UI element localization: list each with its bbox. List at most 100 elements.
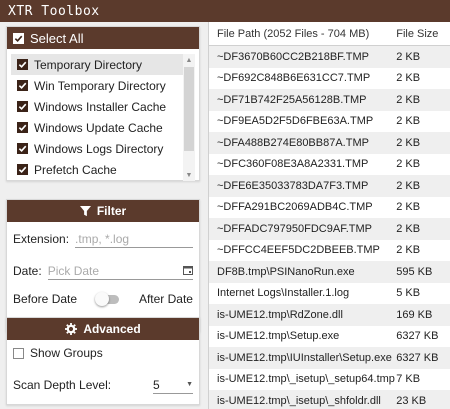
scan-depth-label: Scan Depth Level: [13,378,112,392]
file-size-cell: 2 KB [396,72,421,85]
table-header: File Path (2052 Files - 704 MB) File Siz… [209,22,450,46]
checkbox-icon[interactable] [17,122,28,133]
select-all-check-icon[interactable] [13,32,24,44]
table-body: ~DF3670B60CC2B218BF.TMP 2 KB ~DF692C848B6E… [209,46,450,409]
table-row[interactable]: ~DFFADC797950FDC9AF.TMP 2 KB [209,218,450,240]
file-path-cell: ~DF71B742F25A56128B.TMP [217,93,367,106]
file-path-cell: ~DF692C848B6E631CC7.TMP [217,72,371,85]
table-row[interactable]: is-UME12.tmp\IUInstaller\Setup.exe 6327 K… [209,347,450,369]
checkbox-icon[interactable] [17,143,28,154]
table-row[interactable]: ~DF692C848B6E631CC7.TMP 2 KB [209,68,450,90]
column-header-size[interactable]: File Size [396,28,450,40]
file-size-cell: 2 KB [396,50,421,63]
scroll-down-icon[interactable]: ▼ [183,169,195,181]
file-path-cell: ~DF9EA5D2F5D6FBE63A.TMP [217,115,374,128]
file-size-cell: 2 KB [396,115,421,128]
table-row[interactable]: ~DF3670B60CC2B218BF.TMP 2 KB [209,46,450,68]
checkbox-icon[interactable] [17,101,28,112]
table-row[interactable]: ~DF9EA5D2F5D6FBE63A.TMP 2 KB [209,111,450,133]
category-item[interactable]: Windows Installer Cache [11,96,183,117]
category-panel: Select All Temporary Directory Win Tempor… [6,26,200,181]
file-path-cell: ~DFA488B274E80BB87A.TMP [217,136,369,149]
file-size-cell: 6327 KB [396,330,439,343]
table-row[interactable]: ~DFFA291BC2069ADB4C.TMP 2 KB [209,197,450,219]
file-path-cell: Internet Logs\Installer.1.log [217,287,350,300]
table-row[interactable]: is-UME12.tmp\_isetup\_setup64.tmp 7 KB [209,369,450,391]
show-groups-label: Show Groups [30,346,103,360]
date-input[interactable]: Pick Date [47,262,193,280]
category-label: Windows Installer Cache [34,99,167,114]
table-row[interactable]: is-UME12.tmp\RdZone.dll 169 KB [209,304,450,326]
file-path-cell: ~DF3670B60CC2B218BF.TMP [217,50,369,63]
file-path-cell: is-UME12.tmp\RdZone.dll [217,308,343,321]
file-size-cell: 5 KB [396,287,421,300]
category-list: Temporary Directory Win Temporary Directo… [11,54,183,178]
table-row[interactable]: ~DFE6E35033783DA7F3.TMP 2 KB [209,175,450,197]
checkbox-icon[interactable] [17,59,28,70]
file-path-cell: is-UME12.tmp\IUInstaller\Setup.exe [217,351,392,364]
chevron-down-icon[interactable]: ▼ [186,381,193,388]
after-date-label: After Date [138,292,193,306]
scan-depth-row: Scan Depth Level: 5 ▼ [13,376,193,394]
category-scrollbar[interactable]: ▲ ▼ [183,54,195,181]
scan-depth-value: 5 [153,377,160,392]
extension-input[interactable]: .tmp, *.log [75,230,193,248]
checkbox-icon[interactable] [17,164,28,175]
advanced-title: Advanced [83,322,141,336]
category-label: Windows Update Cache [34,120,163,135]
table-row[interactable]: ~DFFCC4EEF5DC2DBEEB.TMP 2 KB [209,240,450,262]
filter-title: Filter [96,204,127,218]
category-label: Win Temporary Directory [34,78,166,93]
category-item[interactable]: Temporary Directory [11,54,183,75]
table-row[interactable]: is-UME12.tmp\Setup.exe 6327 KB [209,326,450,348]
file-size-cell: 7 KB [396,373,421,386]
select-all-label: Select All [30,30,84,46]
file-path-cell: ~DFC360F08E3A8A2331.TMP [217,158,369,171]
before-date-label: Before Date [13,292,78,306]
options-sidebar: Select All Temporary Directory Win Tempor… [0,22,208,409]
table-row[interactable]: ~DFC360F08E3A8A2331.TMP 2 KB [209,154,450,176]
category-label: Temporary Directory [34,57,143,72]
date-row: Date: Pick Date [13,262,193,280]
select-all-checkbox[interactable]: Select All [7,27,199,49]
category-item[interactable]: Windows Logs Directory [11,138,183,159]
file-size-cell: 2 KB [396,93,421,106]
category-item[interactable]: Windows Update Cache [11,117,183,138]
table-row[interactable]: ~DF71B742F25A56128B.TMP 2 KB [209,89,450,111]
show-groups-check-icon[interactable] [13,347,24,359]
extension-label: Extension: [13,232,70,246]
table-row[interactable]: is-UME12.tmp\_isetup\_shfoldr.dll 23 KB [209,390,450,409]
calendar-icon[interactable] [183,264,193,278]
file-path-cell: ~DFE6E35033783DA7F3.TMP [217,179,369,192]
filter-header: Filter [7,200,199,222]
category-item[interactable]: Win Temporary Directory [11,75,183,96]
file-path-cell: is-UME12.tmp\Setup.exe [217,330,340,343]
file-size-cell: 23 KB [396,394,427,407]
file-size-cell: 6327 KB [396,351,439,364]
advanced-header: Advanced [7,318,199,340]
date-label: Date: [13,264,42,278]
show-groups-checkbox[interactable]: Show Groups [13,346,193,360]
category-label: Prefetch Cache [34,162,117,177]
table-row[interactable]: ~DFA488B274E80BB87A.TMP 2 KB [209,132,450,154]
file-table: File Path (2052 Files - 704 MB) File Siz… [208,22,450,409]
scan-depth-select[interactable]: 5 ▼ [153,376,193,394]
file-path-cell: is-UME12.tmp\_isetup\_setup64.tmp [217,373,395,386]
app-title: XTR Toolbox [0,0,450,22]
file-size-cell: 169 KB [396,308,433,321]
date-placeholder: Pick Date [47,263,100,278]
scroll-up-icon[interactable]: ▲ [183,54,195,66]
column-header-path[interactable]: File Path (2052 Files - 704 MB) [209,28,396,40]
scroll-thumb[interactable] [184,67,194,151]
table-row[interactable]: Internet Logs\Installer.1.log 5 KB [209,283,450,305]
date-direction-toggle[interactable] [95,291,119,306]
extension-placeholder: .tmp, *.log [75,231,130,246]
category-item[interactable]: Prefetch Cache [11,159,183,178]
category-label: Windows Logs Directory [34,141,164,156]
checkbox-icon[interactable] [17,80,28,91]
table-row[interactable]: DF8B.tmp\PSINanoRun.exe 595 KB [209,261,450,283]
toggle-knob[interactable] [95,291,109,306]
file-path-cell: DF8B.tmp\PSINanoRun.exe [217,265,355,278]
file-size-cell: 2 KB [396,222,421,235]
file-size-cell: 2 KB [396,201,421,214]
